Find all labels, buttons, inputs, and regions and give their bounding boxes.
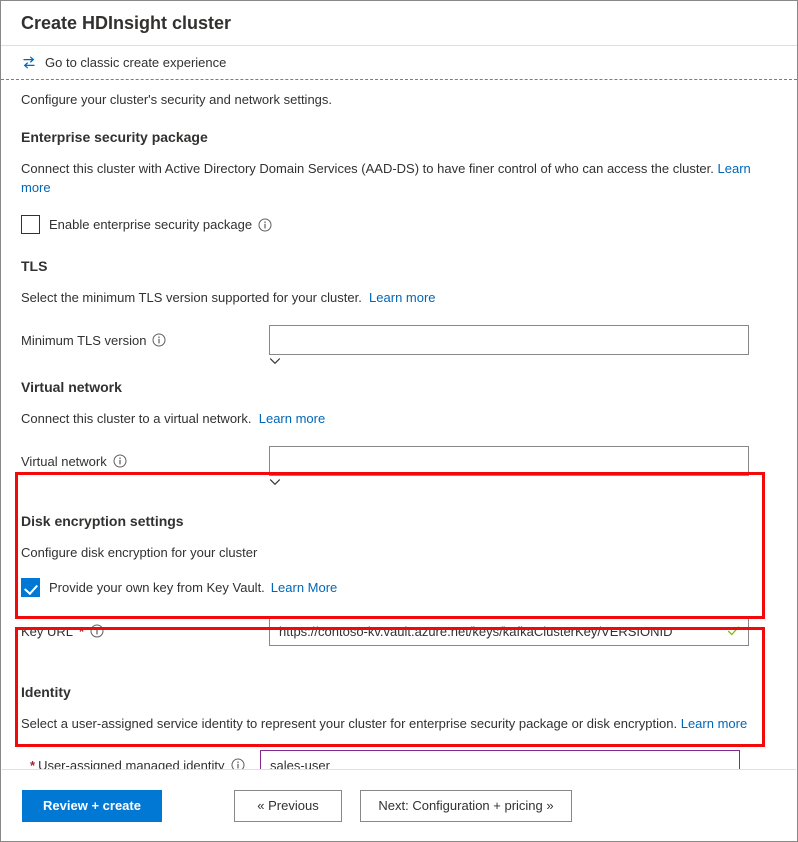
minimum-tls-version-control bbox=[269, 325, 749, 364]
key-url-control: https://contoso-kv.vault.azure.net/keys/… bbox=[269, 616, 749, 646]
section-disk-encryption-settings: Disk encryption settings Configure disk … bbox=[21, 500, 777, 646]
vnet-section-title: Virtual network bbox=[21, 379, 122, 395]
enable-esp-label: Enable enterprise security package bbox=[49, 217, 272, 232]
key-url-input[interactable]: https://contoso-kv.vault.azure.net/keys/… bbox=[269, 616, 749, 646]
tls-learn-more-link[interactable]: Learn more bbox=[369, 290, 435, 305]
chevron-down-icon bbox=[269, 355, 281, 370]
vnet-section-description: Connect this cluster to a virtual networ… bbox=[21, 409, 751, 428]
virtual-network-label-text: Virtual network bbox=[21, 453, 107, 469]
identity-section-description: Select a user-assigned service identity … bbox=[21, 714, 751, 733]
virtual-network-control bbox=[269, 446, 749, 485]
swap-arrows-icon bbox=[21, 55, 37, 71]
minimum-tls-version-dropdown[interactable] bbox=[269, 325, 749, 355]
enable-esp-label-text: Enable enterprise security package bbox=[49, 217, 253, 232]
provide-own-key-checkbox[interactable] bbox=[21, 578, 40, 597]
esp-section-title: Enterprise security package bbox=[21, 129, 208, 145]
disk-section-title: Disk encryption settings bbox=[21, 513, 184, 529]
review-create-button[interactable]: Review + create bbox=[22, 789, 162, 822]
page-title: Create HDInsight cluster bbox=[21, 12, 232, 33]
enable-esp-info-icon[interactable] bbox=[258, 218, 272, 232]
virtual-network-dropdown[interactable] bbox=[269, 446, 749, 476]
virtual-network-row: Virtual network bbox=[21, 446, 777, 485]
identity-description-text: Select a user-assigned service identity … bbox=[21, 716, 678, 731]
disk-section-description: Configure disk encryption for your clust… bbox=[21, 545, 258, 560]
virtual-network-label: Virtual network bbox=[21, 454, 269, 469]
key-url-label: Key URL * bbox=[21, 624, 269, 639]
section-tls: TLS Select the minimum TLS version suppo… bbox=[21, 258, 777, 364]
tls-section-title: TLS bbox=[21, 258, 48, 274]
next-configuration-pricing-button[interactable]: Next: Configuration + pricing » bbox=[360, 789, 572, 822]
section-identity: Identity Select a user-assigned service … bbox=[21, 668, 777, 789]
page-lead-text: Configure your cluster's security and ne… bbox=[21, 92, 333, 107]
section-virtual-network: Virtual network Connect this cluster to … bbox=[21, 379, 777, 485]
form-body: Configure your cluster's security and ne… bbox=[1, 80, 797, 789]
section-enterprise-security-package: Enterprise security package Connect this… bbox=[21, 129, 777, 234]
blade-footer: Review + create « Previous Next: Configu… bbox=[2, 769, 796, 841]
minimum-tls-version-info-icon[interactable] bbox=[152, 333, 166, 347]
esp-section-description: Connect this cluster with Active Directo… bbox=[21, 159, 751, 197]
key-url-label-text: Key URL bbox=[21, 623, 74, 639]
minimum-tls-version-label-text: Minimum TLS version bbox=[21, 332, 147, 348]
command-bar: Go to classic create experience bbox=[1, 46, 797, 79]
provide-own-key-label: Provide your own key from Key Vault. Lea… bbox=[49, 580, 337, 595]
key-url-info-icon[interactable] bbox=[90, 624, 104, 638]
enable-esp-checkbox[interactable] bbox=[21, 215, 40, 234]
minimum-tls-version-row: Minimum TLS version bbox=[21, 325, 777, 364]
key-url-required-marker: * bbox=[79, 623, 85, 639]
esp-description-text: Connect this cluster with Active Directo… bbox=[21, 161, 714, 176]
vnet-learn-more-link[interactable]: Learn more bbox=[259, 411, 325, 426]
blade-title-bar: Create HDInsight cluster bbox=[1, 1, 797, 45]
minimum-tls-version-label: Minimum TLS version bbox=[21, 333, 269, 348]
virtual-network-info-icon[interactable] bbox=[113, 454, 127, 468]
key-url-row: Key URL * https://contoso-kv.vault.azure.… bbox=[21, 616, 777, 646]
create-hdinsight-cluster-blade: Create HDInsight cluster Go to classic c… bbox=[0, 0, 798, 842]
valid-check-icon bbox=[727, 625, 740, 638]
previous-button[interactable]: « Previous bbox=[234, 789, 342, 822]
provide-own-key-checkbox-row[interactable]: Provide your own key from Key Vault. Lea… bbox=[21, 578, 777, 597]
disk-learn-more-link[interactable]: Learn More bbox=[271, 580, 337, 595]
tls-section-description: Select the minimum TLS version supported… bbox=[21, 288, 751, 307]
identity-section-title: Identity bbox=[21, 684, 71, 700]
enable-esp-checkbox-row[interactable]: Enable enterprise security package bbox=[21, 215, 777, 234]
provide-own-key-label-text: Provide your own key from Key Vault. bbox=[49, 580, 265, 595]
go-to-classic-create-experience-link[interactable]: Go to classic create experience bbox=[45, 55, 226, 70]
tls-description-text: Select the minimum TLS version supported… bbox=[21, 290, 362, 305]
identity-learn-more-link[interactable]: Learn more bbox=[681, 716, 747, 731]
vnet-description-text: Connect this cluster to a virtual networ… bbox=[21, 411, 252, 426]
chevron-down-icon bbox=[269, 476, 281, 491]
